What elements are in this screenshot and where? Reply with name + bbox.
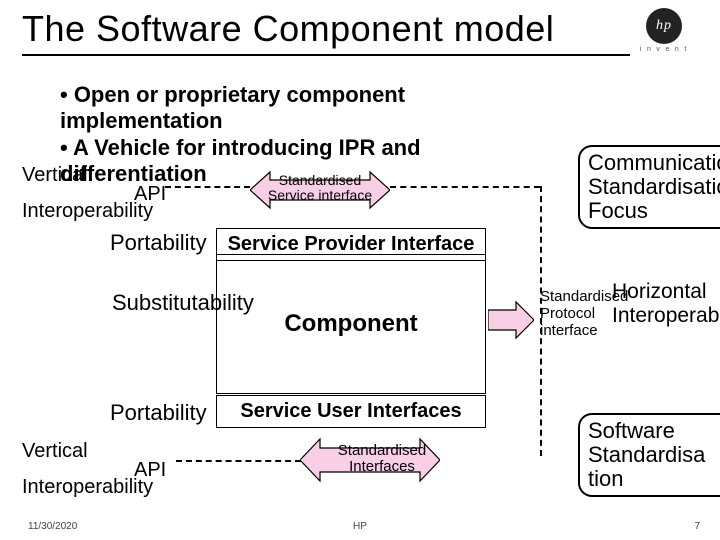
vertical-api-label-top: Vertical API Interoperability — [22, 164, 166, 223]
bidirectional-arrow-top: Standardised Service interface — [250, 170, 390, 210]
hp-logo: hp i n v e n t — [634, 8, 694, 68]
dashed-connector-top-left — [165, 186, 250, 188]
arrow-top-label: Standardised Service interface — [250, 173, 390, 203]
vertical-label: Vertical — [22, 164, 88, 186]
hp-logo-initials: hp — [656, 18, 672, 34]
component-box: Component — [216, 254, 486, 394]
vertical-dashed-line — [540, 186, 542, 456]
footer-mid: HP — [353, 521, 367, 532]
slide-title: The Software Component model — [22, 8, 630, 50]
dashed-connector-top-right — [390, 186, 540, 188]
arrow-bottom-label: Standardised Interfaces — [324, 443, 440, 475]
communication-standardisation-callout: Communication Standardisation Focus — [578, 145, 720, 229]
slide-title-bar: The Software Component model — [22, 8, 630, 56]
portability-label-bottom: Portability — [110, 400, 207, 426]
footer-date: 11/30/2020 — [28, 521, 77, 532]
vertical-api-label-bottom: Vertical API Interoperability — [22, 440, 166, 499]
bullet-1: • Open or proprietary component implemen… — [60, 82, 520, 135]
interoperability-label-2: Interoperability — [22, 476, 166, 499]
arrow-right-icon — [488, 300, 534, 345]
hp-logo-tagline: i n v e n t — [634, 46, 694, 53]
interoperability-label: Interoperability — [22, 200, 166, 223]
service-user-interfaces-box: Service User Interfaces — [216, 395, 486, 428]
horizontal-interop-label: Horizontal Interoperabil — [612, 280, 720, 328]
hp-logo-circle: hp — [646, 8, 682, 44]
bidirectional-arrow-bottom: Standardised Interfaces — [300, 435, 440, 485]
software-standardisation-callout: Software Standardisa tion — [578, 413, 720, 497]
vertical-label-2: Vertical — [22, 440, 88, 462]
portability-label-top: Portability — [110, 230, 207, 256]
dashed-connector-bottom — [176, 460, 301, 462]
footer-page: 7 — [694, 521, 700, 532]
